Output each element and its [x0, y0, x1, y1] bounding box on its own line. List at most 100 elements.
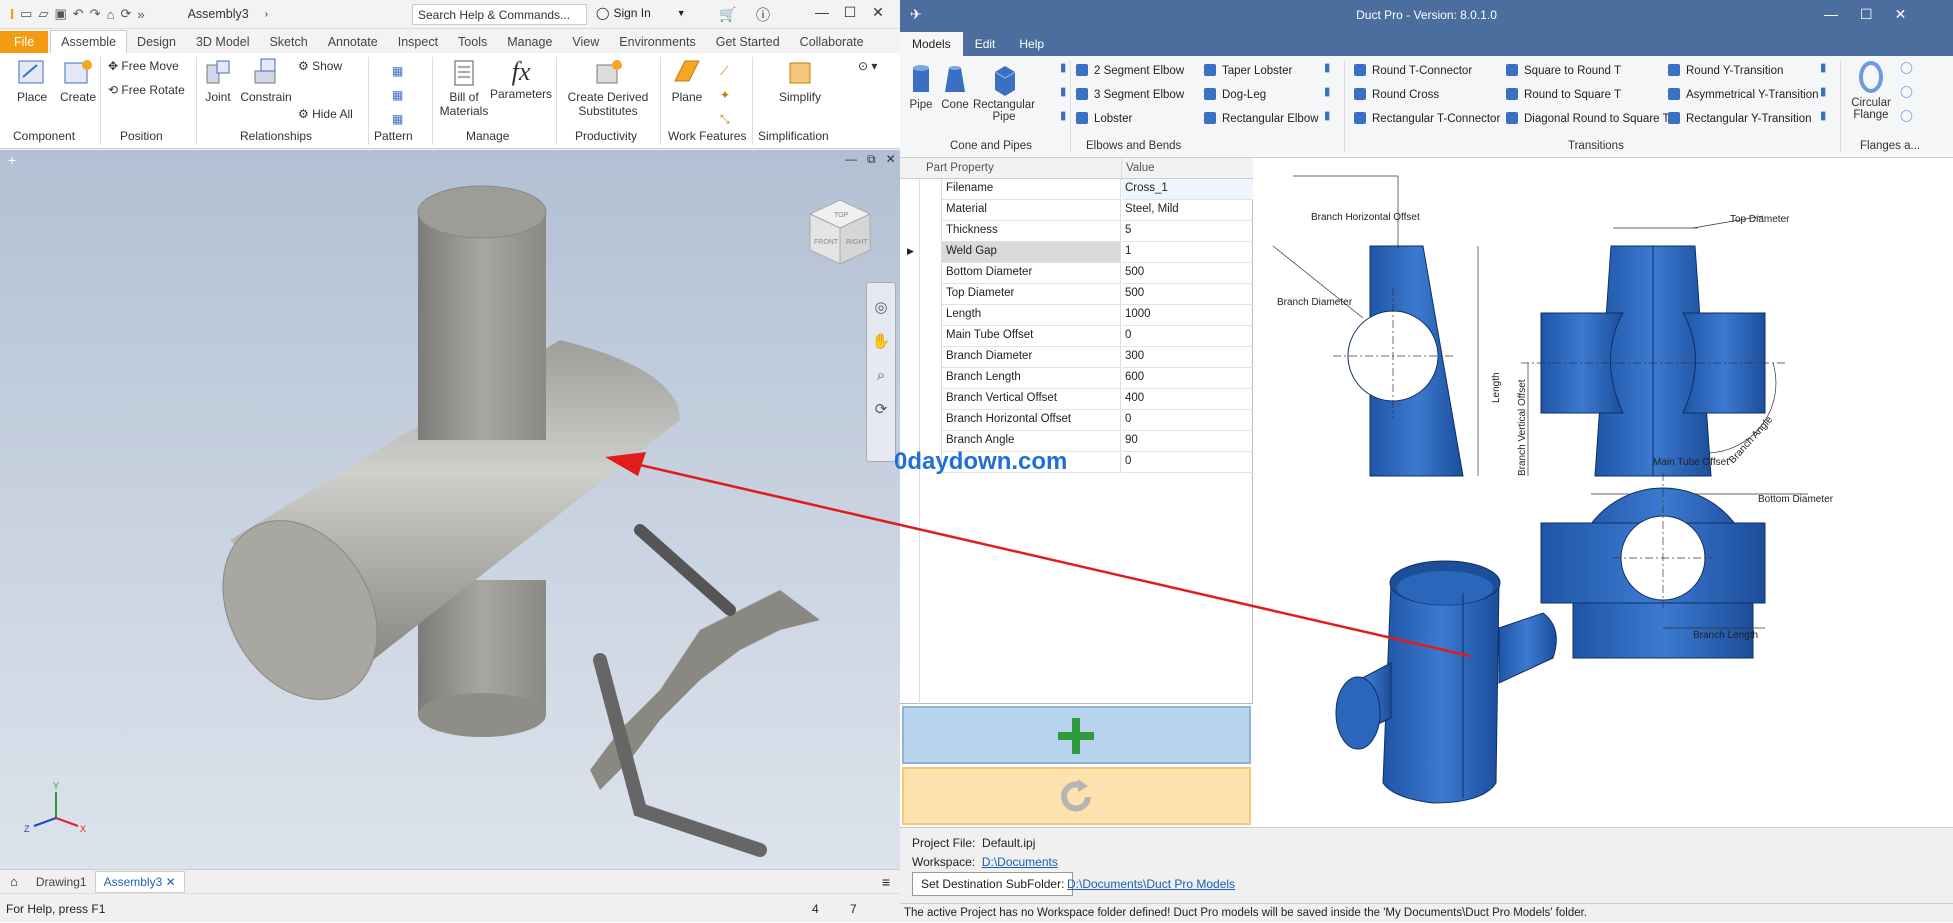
- tab-3d-model[interactable]: 3D Model: [186, 31, 260, 53]
- rectangular-y-transition-button[interactable]: Rectangular Y-Transition: [1668, 112, 1812, 125]
- property-row[interactable]: Length 1000: [900, 305, 1253, 326]
- new-icon[interactable]: ▭: [20, 6, 32, 22]
- joint-button[interactable]: Joint: [200, 57, 236, 104]
- show-button[interactable]: ⚙ Show: [298, 59, 342, 73]
- square-to-round-t-button[interactable]: Square to Round T: [1506, 64, 1621, 77]
- free-move-button[interactable]: ✥ Free Move: [108, 59, 179, 73]
- pipe-variants-icon[interactable]: ▮ ▮ ▮: [1060, 56, 1066, 128]
- constrain-button[interactable]: Constrain: [238, 57, 294, 104]
- orbit-icon[interactable]: ⟳: [867, 393, 895, 427]
- two-segment-elbow-button[interactable]: 2 Segment Elbow: [1076, 64, 1184, 77]
- tab-inspect[interactable]: Inspect: [388, 31, 448, 53]
- pipe-button[interactable]: Pipe: [906, 64, 936, 111]
- group-component[interactable]: Component: [13, 129, 75, 143]
- menu-models[interactable]: Models: [900, 32, 963, 56]
- work-feature-buttons[interactable]: ⟋ ✦ ⤡: [720, 59, 730, 131]
- pan-icon[interactable]: ✋: [867, 325, 895, 359]
- create-derived-substitutes-button[interactable]: Create Derived Substitutes: [564, 57, 652, 118]
- tab-sketch[interactable]: Sketch: [259, 31, 317, 53]
- cart-icon[interactable]: 🛒: [719, 6, 736, 23]
- undo-icon[interactable]: ↶: [73, 6, 84, 22]
- destination-path-link[interactable]: D:\Documents\Duct Pro Models: [1067, 877, 1235, 891]
- group-relationships[interactable]: Relationships: [240, 129, 312, 143]
- group-pattern[interactable]: Pattern: [374, 129, 413, 143]
- parameters-button[interactable]: fx Parameters: [490, 57, 552, 101]
- group-work-features[interactable]: Work Features: [668, 129, 746, 143]
- diagonal-round-to-square-t-button[interactable]: Diagonal Round to Square T: [1506, 112, 1670, 125]
- menu-edit[interactable]: Edit: [963, 32, 1008, 56]
- update-icon[interactable]: ⟳: [120, 6, 131, 22]
- steering-wheel-icon[interactable]: ◎: [867, 291, 895, 325]
- flange-variants-icon[interactable]: ◯ ◯ ◯: [1900, 56, 1913, 128]
- plane-button[interactable]: Plane: [668, 57, 706, 104]
- group-position[interactable]: Position: [120, 129, 163, 143]
- round-t-connector-button[interactable]: Round T-Connector: [1354, 64, 1472, 77]
- bill-of-materials-button[interactable]: Bill of Materials: [434, 57, 494, 118]
- transition-variants-icon[interactable]: ▮ ▮ ▮: [1820, 56, 1826, 128]
- rectangular-elbow-button[interactable]: Rectangular Elbow: [1204, 112, 1319, 125]
- property-row[interactable]: Thickness 5: [900, 221, 1253, 242]
- zoom-icon[interactable]: ⌕: [867, 359, 895, 393]
- property-row[interactable]: Filename Cross_1: [900, 179, 1253, 200]
- round-cross-button[interactable]: Round Cross: [1354, 88, 1439, 101]
- dog-leg-button[interactable]: Dog-Leg: [1204, 88, 1266, 101]
- sign-in-button[interactable]: ◯ Sign In ▼: [596, 6, 686, 20]
- group-productivity[interactable]: Productivity: [575, 129, 637, 143]
- add-model-button[interactable]: [902, 706, 1251, 764]
- pattern-buttons[interactable]: ▦ ▦ ▦: [392, 59, 403, 131]
- tab-environments[interactable]: Environments: [609, 31, 705, 53]
- home-icon[interactable]: ⌂: [107, 7, 115, 22]
- 3d-viewport[interactable]: + — ⧉ ✕ TOP FRONT RIGHT ◎ ✋ ⌕ ⟳ Y X Z: [0, 150, 900, 869]
- ductpro-minimize-button[interactable]: —: [1824, 6, 1838, 23]
- property-row[interactable]: Top Diameter 500: [900, 284, 1253, 305]
- tab-manage[interactable]: Manage: [497, 31, 562, 53]
- property-row[interactable]: Branch Horizontal Offset 0: [900, 410, 1253, 431]
- property-row[interactable]: Bottom Diameter 500: [900, 263, 1253, 284]
- ribbon-options-icon[interactable]: ⊙ ▾: [858, 59, 877, 73]
- circular-flange-button[interactable]: Circular Flange: [1846, 60, 1896, 121]
- menu-help[interactable]: Help: [1007, 32, 1056, 56]
- lobster-button[interactable]: Lobster: [1076, 112, 1132, 125]
- place-button[interactable]: Place: [12, 57, 52, 104]
- property-row[interactable]: Material Steel, Mild: [900, 200, 1253, 221]
- help-search-input[interactable]: Search Help & Commands...: [412, 4, 587, 25]
- close-button[interactable]: ✕: [864, 4, 892, 21]
- help-icon[interactable]: ⓘ: [756, 5, 770, 25]
- open-icon[interactable]: ▱: [38, 6, 48, 22]
- simplify-button[interactable]: Simplify: [774, 57, 826, 104]
- tab-file[interactable]: File: [0, 31, 49, 53]
- home-tab-icon[interactable]: ⌂: [0, 874, 28, 889]
- group-simplification[interactable]: Simplification: [758, 129, 829, 143]
- property-row[interactable]: Branch Length 600: [900, 368, 1253, 389]
- ductpro-close-button[interactable]: ✕: [1895, 6, 1907, 23]
- close-tab-icon[interactable]: ✕: [166, 875, 176, 889]
- tab-collaborate[interactable]: Collaborate: [790, 31, 874, 53]
- more-icon[interactable]: »: [137, 7, 144, 22]
- property-row[interactable]: Branch Vertical Offset 400: [900, 389, 1253, 410]
- elbow-variants-icon[interactable]: ▮ ▮ ▮: [1324, 56, 1330, 128]
- round-to-square-t-button[interactable]: Round to Square T: [1506, 88, 1621, 101]
- tab-assemble[interactable]: Assemble: [50, 30, 128, 53]
- save-icon[interactable]: ▣: [54, 6, 66, 22]
- group-manage[interactable]: Manage: [466, 129, 509, 143]
- three-segment-elbow-button[interactable]: 3 Segment Elbow: [1076, 88, 1184, 101]
- workspace-link[interactable]: D:\Documents: [982, 855, 1058, 869]
- taper-lobster-button[interactable]: Taper Lobster: [1204, 64, 1292, 77]
- rectangular-pipe-button[interactable]: Rectangular Pipe: [972, 64, 1036, 123]
- tab-assembly3[interactable]: Assembly3 ✕: [94, 870, 185, 893]
- tab-annotate[interactable]: Annotate: [318, 31, 388, 53]
- property-row-selected[interactable]: ▶ Weld Gap 1: [900, 242, 1253, 263]
- set-destination-subfolder-button[interactable]: Set Destination SubFolder:: [912, 872, 1074, 896]
- minimize-button[interactable]: —: [808, 4, 836, 21]
- redo-icon[interactable]: ↷: [90, 6, 101, 22]
- asymmetrical-y-transition-button[interactable]: Asymmetrical Y-Transition: [1668, 88, 1819, 101]
- tab-view[interactable]: View: [562, 31, 609, 53]
- free-rotate-button[interactable]: ⟲ Free Rotate: [108, 83, 185, 97]
- property-row[interactable]: Branch Diameter 300: [900, 347, 1253, 368]
- maximize-button[interactable]: ☐: [836, 4, 864, 21]
- tab-design[interactable]: Design: [127, 31, 186, 53]
- rectangular-t-connector-button[interactable]: Rectangular T-Connector: [1354, 112, 1500, 125]
- ductpro-maximize-button[interactable]: ☐: [1860, 6, 1873, 23]
- tab-tools[interactable]: Tools: [448, 31, 497, 53]
- viewcube[interactable]: TOP FRONT RIGHT: [800, 192, 880, 275]
